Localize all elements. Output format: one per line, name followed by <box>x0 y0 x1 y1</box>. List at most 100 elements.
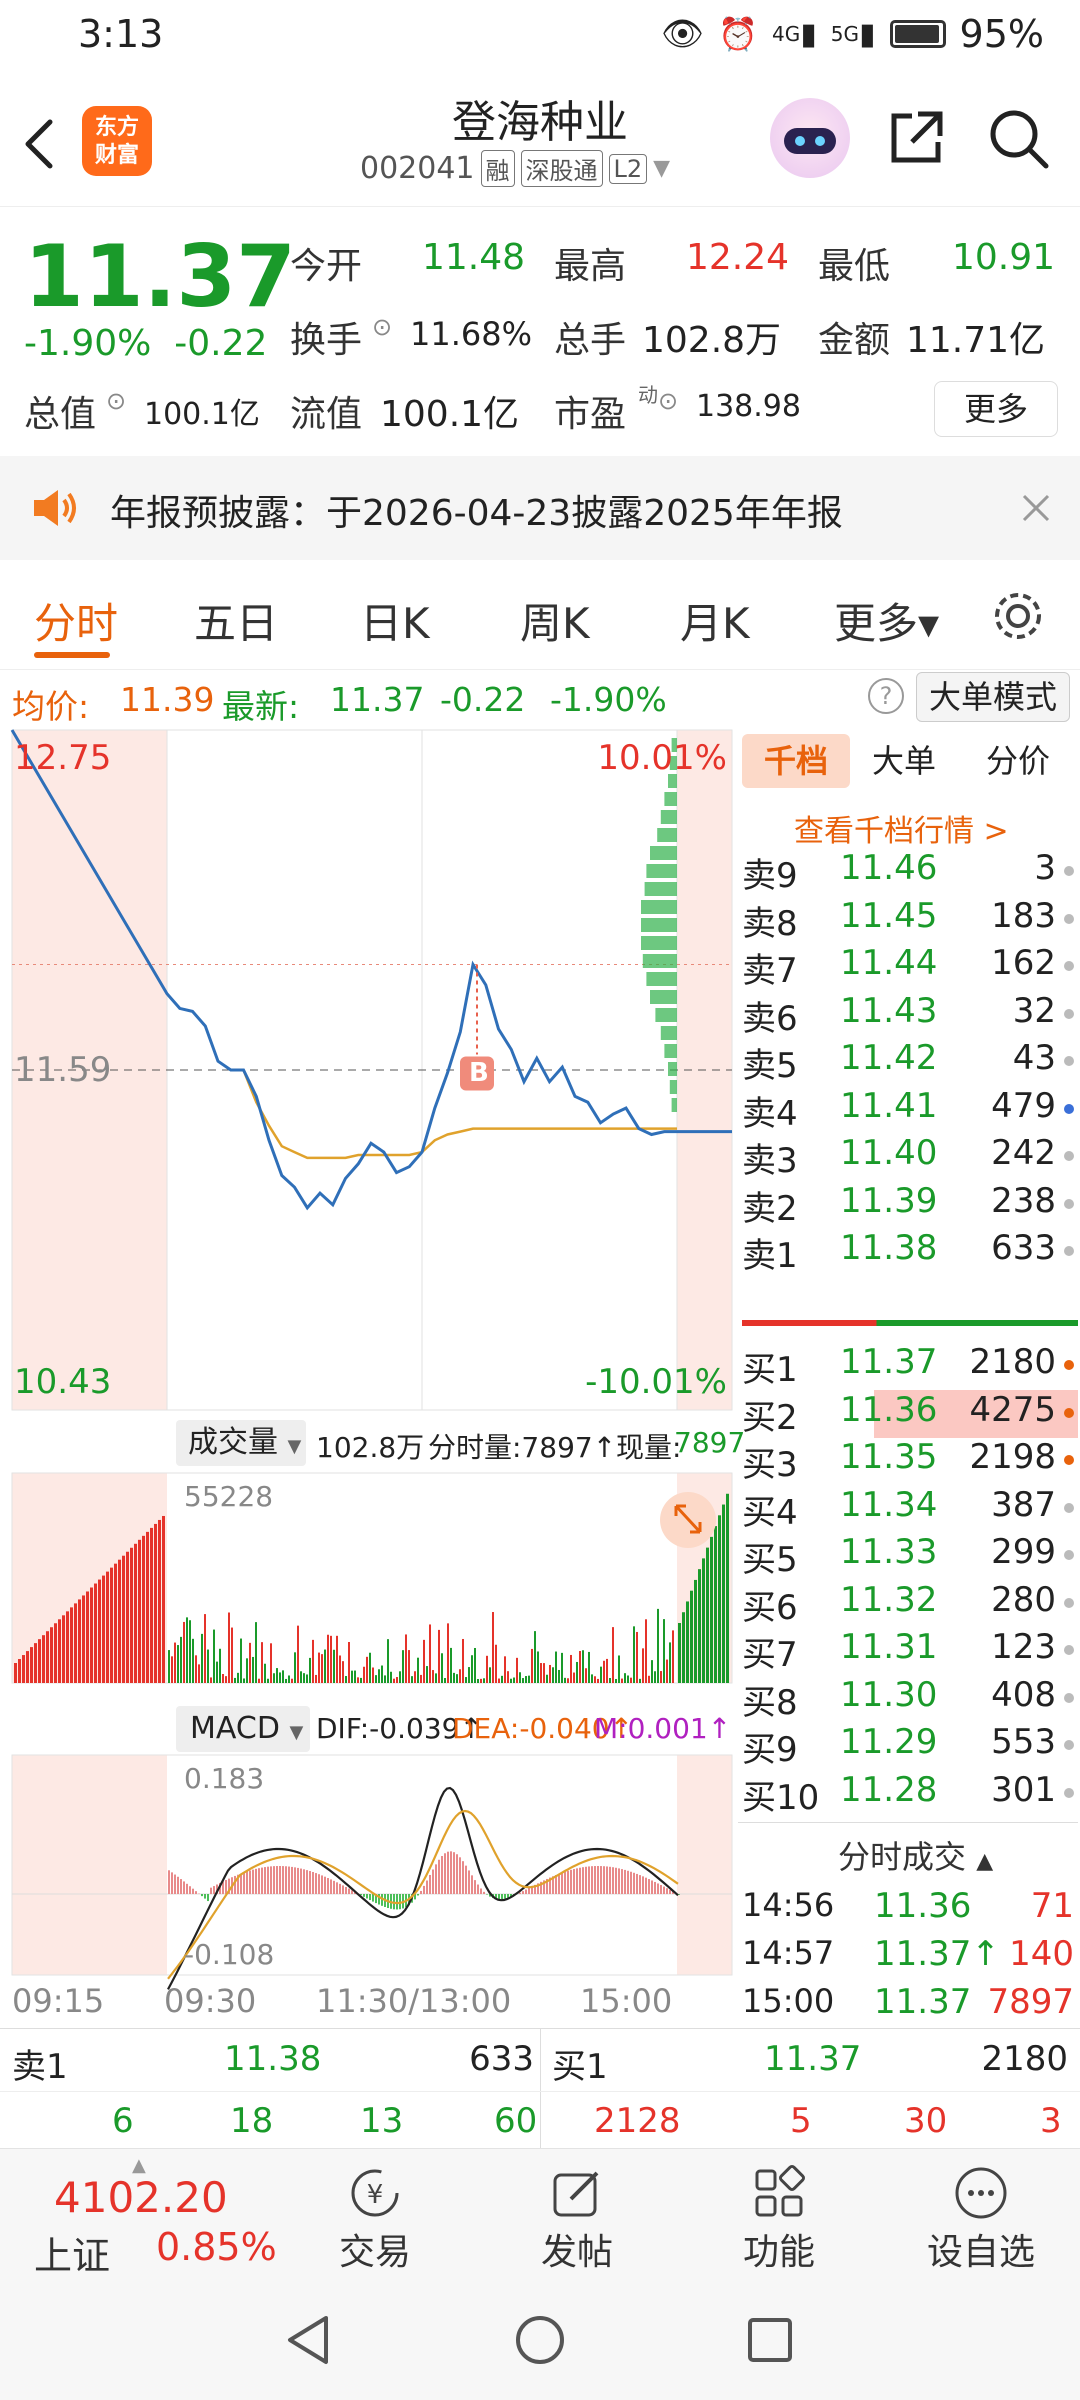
macd-bar <box>234 1875 236 1894</box>
macd-bar <box>303 1869 305 1894</box>
intraday-chart-area[interactable]: 12.75 11.59 10.43 10.01% -10.01% B 成交量 ▼… <box>0 728 745 2028</box>
macd-bar <box>258 1868 260 1894</box>
bid-row[interactable]: 买8 11.30 408 <box>738 1675 1078 1723</box>
ask-queue-item: 6 <box>112 2101 134 2141</box>
volume-bar <box>615 1678 617 1683</box>
nav-home-icon[interactable] <box>510 2310 570 2370</box>
bid-row[interactable]: 买2 11.36 4275 <box>738 1389 1078 1438</box>
ask-indicator-dot <box>1064 961 1074 971</box>
ask-row[interactable]: 卖5 11.42 43 <box>738 1038 1078 1086</box>
nav-recents-icon[interactable] <box>740 2310 800 2370</box>
bid-price: 11.37 <box>840 1342 938 1382</box>
bid-indicator-dot <box>1064 1692 1074 1703</box>
status-time: 3:13 <box>78 12 164 56</box>
volume-selector[interactable]: 成交量 ▼ <box>176 1420 306 1466</box>
functions-button[interactable]: 功能 <box>704 2163 854 2275</box>
view-levels-link[interactable]: 查看千档行情 > <box>794 806 1009 850</box>
turnover-value: 11.68% <box>410 315 533 353</box>
ask-row[interactable]: 卖2 11.39 238 <box>738 1181 1078 1229</box>
tab-daily-k[interactable]: 日K <box>360 590 430 651</box>
bid-row[interactable]: 买7 11.31 123 <box>738 1627 1078 1675</box>
ticks-title[interactable]: 分时成交 ▲ <box>838 1832 993 1878</box>
volume-bar <box>26 1651 29 1683</box>
volume-bar <box>270 1643 272 1683</box>
macd-selector[interactable]: MACD ▼ <box>176 1706 310 1752</box>
stock-code-row[interactable]: 002041 融 深股通 L2 ▼ <box>360 150 670 187</box>
ask-row[interactable]: 卖7 11.44 162 <box>738 943 1078 991</box>
macd-bar <box>459 1857 461 1894</box>
help-icon[interactable]: ? <box>868 678 904 714</box>
tab-weekly-k[interactable]: 周K <box>520 590 590 651</box>
tab-monthly-k[interactable]: 月K <box>680 590 750 651</box>
tab-big-orders[interactable]: 大单 <box>872 734 936 788</box>
big-order-mode-button[interactable]: 大单模式 <box>916 672 1070 722</box>
ask-row[interactable]: 卖1 11.38 633 <box>738 1228 1078 1276</box>
macd-bar <box>432 1869 434 1894</box>
notice-bar[interactable]: 年报预披露：于2026-04-23披露2025年年报 <box>0 456 1080 560</box>
grid-apps-icon <box>755 2165 805 2217</box>
amount-label: 金额 <box>818 320 891 361</box>
search-button[interactable] <box>986 106 1052 176</box>
volume-bar <box>492 1612 494 1683</box>
tab-thousand-levels[interactable]: 千档 <box>742 734 850 788</box>
volume-bar <box>600 1666 602 1683</box>
ask-row[interactable]: 卖9 11.46 3 <box>738 848 1078 896</box>
bid-row[interactable]: 买5 11.33 299 <box>738 1532 1078 1580</box>
bid-row[interactable]: 买10 11.28 301 <box>738 1770 1078 1818</box>
info-icon[interactable]: ⊙ <box>372 313 392 341</box>
volume-bar <box>682 1612 685 1683</box>
more-button[interactable]: 更多 <box>934 381 1058 437</box>
volume-bar <box>486 1655 488 1683</box>
macd-bar <box>522 1891 524 1894</box>
volume-bar <box>576 1661 578 1683</box>
volume-bar <box>130 1547 133 1683</box>
bid-level-label: 买9 <box>742 1730 798 1770</box>
chart-tabs: 分时 五日 日K 周K 月K 更多▾ <box>0 560 1080 670</box>
macd-bar <box>423 1885 425 1894</box>
index-ticker[interactable]: ▲ 4102.20 上证 0.85% <box>24 2155 284 2278</box>
ask-price: 11.43 <box>840 990 938 1031</box>
bid-row[interactable]: 买9 11.29 553 <box>738 1722 1078 1770</box>
settings-gear-icon[interactable] <box>990 588 1046 644</box>
post-button[interactable]: 发帖 <box>502 2163 652 2275</box>
tab-five-day[interactable]: 五日 <box>194 590 278 651</box>
bid-level-label: 买4 <box>742 1492 798 1533</box>
volume-bar <box>387 1639 389 1683</box>
tab-price-distribution[interactable]: 分价 <box>986 734 1050 788</box>
ask-level-label: 卖8 <box>742 903 798 944</box>
bid-row[interactable]: 买4 11.34 387 <box>738 1485 1078 1533</box>
macd-bar <box>477 1884 479 1894</box>
share-button[interactable] <box>884 106 948 174</box>
volume-bar <box>525 1676 527 1683</box>
ask-row[interactable]: 卖6 11.43 32 <box>738 991 1078 1039</box>
macd-bar <box>264 1867 266 1894</box>
ask-row[interactable]: 卖4 11.41 479 <box>738 1086 1078 1134</box>
x-label-midday: 11:30/13:00 <box>316 1982 512 2020</box>
info-icon[interactable]: ⊙ <box>658 387 678 415</box>
ai-assistant-avatar[interactable] <box>770 98 850 178</box>
macd-bar <box>486 1894 488 1895</box>
bid-row[interactable]: 买1 11.37 2180 <box>738 1342 1078 1390</box>
volume-bar <box>267 1678 269 1683</box>
ask-row[interactable]: 卖8 11.45 183 <box>738 896 1078 944</box>
nav-back-icon[interactable] <box>280 2310 340 2370</box>
trade-button[interactable]: ¥ 交易 <box>300 2163 450 2275</box>
volume-bar <box>657 1608 659 1683</box>
volume-total: 102.8万 <box>316 1431 425 1464</box>
volume-bar <box>573 1672 575 1683</box>
add-watchlist-button[interactable]: 设自选 <box>906 2163 1056 2275</box>
close-icon[interactable] <box>1020 492 1052 524</box>
buy-marker-label[interactable]: B <box>469 1058 489 1088</box>
volume-bar <box>483 1678 485 1683</box>
bid-row[interactable]: 买3 11.35 2198 <box>738 1437 1078 1485</box>
ask1-label: 卖1 <box>12 2047 68 2087</box>
ask-row[interactable]: 卖3 11.40 242 <box>738 1133 1078 1181</box>
volume-bar <box>417 1657 419 1683</box>
bid-row[interactable]: 买6 11.32 280 <box>738 1580 1078 1628</box>
volume-bar <box>654 1671 656 1683</box>
volume-bar <box>50 1627 53 1683</box>
volume-bar <box>435 1673 437 1683</box>
tab-intraday[interactable]: 分时 <box>34 590 118 651</box>
tab-more[interactable]: 更多▾ <box>834 590 939 651</box>
info-icon[interactable]: ⊙ <box>106 387 126 415</box>
